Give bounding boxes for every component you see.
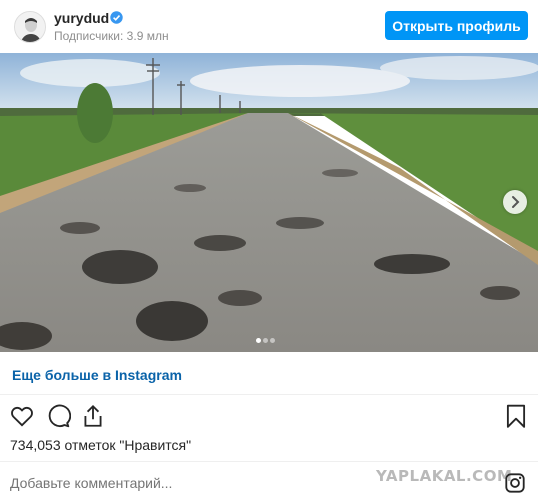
open-profile-button[interactable]: Открыть профиль — [385, 11, 528, 40]
post-header: yurydud Подписчики: 3.9 млн Открыть проф… — [0, 0, 538, 53]
comment-icon[interactable] — [45, 403, 72, 429]
chevron-right-icon — [512, 196, 520, 208]
divider — [0, 461, 538, 462]
instagram-icon[interactable] — [504, 472, 526, 494]
carousel-dots — [256, 330, 277, 343]
divider — [0, 394, 538, 395]
instagram-embed: yurydud Подписчики: 3.9 млн Открыть проф… — [0, 0, 538, 504]
carousel-dot — [270, 338, 275, 343]
comment-input[interactable] — [10, 475, 190, 491]
likes-count: 734,053 отметок "Нравится" — [10, 437, 192, 453]
followers-count: Подписчики: 3.9 млн — [54, 29, 169, 43]
post-photo[interactable] — [0, 53, 538, 352]
share-icon[interactable] — [80, 403, 106, 429]
heart-icon[interactable] — [9, 403, 35, 429]
more-on-instagram-link[interactable]: Еще больше в Instagram — [12, 367, 182, 383]
watermark: YAPLAKAL.COM — [376, 467, 513, 485]
next-photo-button[interactable] — [503, 190, 527, 214]
carousel-dot — [263, 338, 268, 343]
username[interactable]: yurydud — [54, 10, 109, 26]
carousel-dot — [256, 338, 261, 343]
avatar[interactable] — [14, 11, 46, 43]
bookmark-icon[interactable] — [503, 403, 529, 429]
action-bar — [0, 400, 538, 432]
verified-icon — [110, 11, 123, 24]
